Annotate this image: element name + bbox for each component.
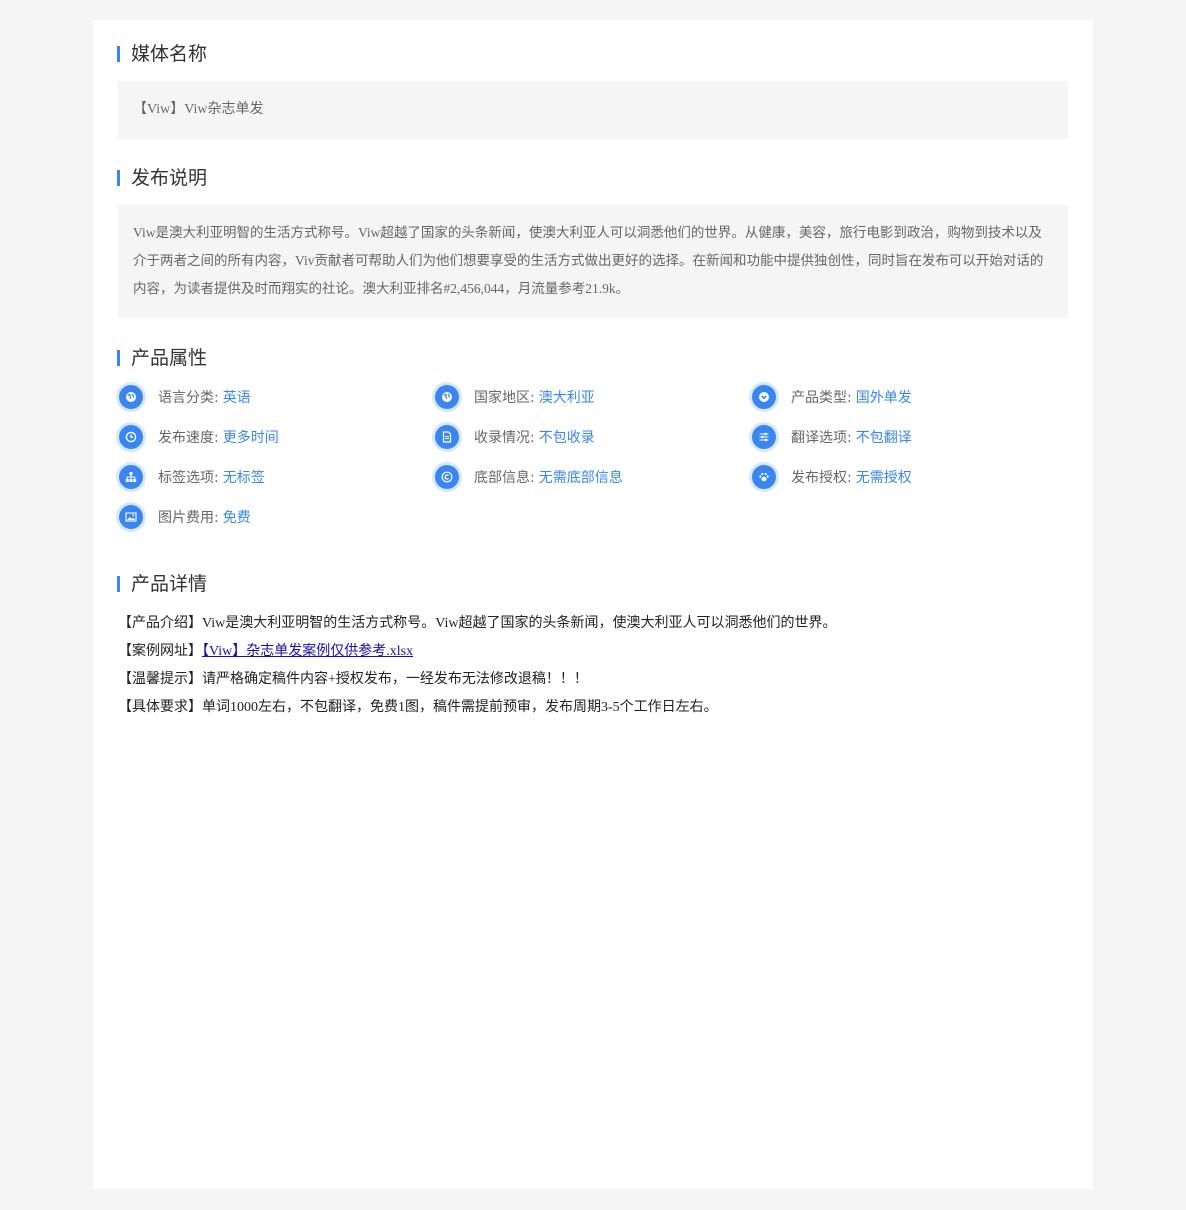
globe-icon <box>435 385 459 409</box>
attr-value: 英语 <box>222 390 251 406</box>
detail-req-text: 单词1000左右，不包翻译，免费1图，稿件需提前预审，发布周期3-5个工作日左右… <box>202 700 718 715</box>
section-title-media: 媒体名称 <box>117 40 207 68</box>
attr-label: 产品类型: <box>791 390 852 406</box>
attr-image-fee: 图片费用: 免费 <box>119 504 251 530</box>
attr-language: 语言分类: 英语 <box>119 384 251 410</box>
attr-publish-speed: 发布速度: 更多时间 <box>119 424 279 450</box>
attr-value: 免费 <box>222 510 251 526</box>
attr-indexing: 收录情况: 不包收录 <box>435 424 595 450</box>
attr-value: 不包翻译 <box>855 430 912 446</box>
attr-label: 标签选项: <box>158 470 219 486</box>
attr-label: 发布速度: <box>158 430 219 446</box>
attr-tags: 标签选项: 无标签 <box>119 464 265 490</box>
attr-value: 无标签 <box>222 470 265 486</box>
attr-value: 澳大利亚 <box>538 390 595 406</box>
detail-req-label: 【具体要求】 <box>118 700 202 715</box>
attr-label: 国家地区: <box>474 390 535 406</box>
detail-tip: 【温馨提示】请严格确定稿件内容+授权发布，一经发布无法修改退稿！！！ <box>118 666 1068 694</box>
detail-case: 【案例网址】【Viw】杂志单发案例仅供参考.xlsx <box>118 638 1068 666</box>
chevron-down-circle-icon <box>752 385 776 409</box>
media-name-box: 【Viw】Viw杂志单发 <box>118 81 1068 139</box>
attr-label: 收录情况: <box>474 430 535 446</box>
attr-label: 底部信息: <box>474 470 535 486</box>
sitemap-icon <box>119 465 143 489</box>
detail-tip-label: 【温馨提示】 <box>118 672 202 687</box>
detail-requirements: 【具体要求】单词1000左右，不包翻译，免费1图，稿件需提前预审，发布周期3-5… <box>118 694 1068 722</box>
detail-intro-label: 【产品介绍】 <box>118 616 202 631</box>
attr-value: 无需底部信息 <box>538 470 623 486</box>
attr-value: 国外单发 <box>855 390 912 406</box>
section-title-details: 产品详情 <box>117 570 207 598</box>
image-icon <box>119 505 143 529</box>
attr-value: 不包收录 <box>538 430 595 446</box>
detail-case-label: 【案例网址】 <box>118 644 202 659</box>
detail-intro-text: Viw是澳大利亚明智的生活方式称号。Viw超越了国家的头条新闻，使澳大利亚人可以… <box>202 616 837 631</box>
attr-footer-info: 底部信息: 无需底部信息 <box>435 464 623 490</box>
clock-icon <box>119 425 143 449</box>
attr-value: 无需授权 <box>855 470 912 486</box>
attr-publish-authorization: 发布授权: 无需授权 <box>752 464 912 490</box>
attr-value: 更多时间 <box>222 430 279 446</box>
globe-icon <box>119 385 143 409</box>
attr-product-type: 产品类型: 国外单发 <box>752 384 912 410</box>
paw-icon <box>752 465 776 489</box>
detail-intro: 【产品介绍】Viw是澳大利亚明智的生活方式称号。Viw超越了国家的头条新闻，使澳… <box>118 610 1068 638</box>
publish-description-box: Viw是澳大利亚明智的生活方式称号。Viw超越了国家的头条新闻，使澳大利亚人可以… <box>118 205 1068 318</box>
attr-label: 图片费用: <box>158 510 219 526</box>
product-card: 媒体名称 【Viw】Viw杂志单发 发布说明 Viw是澳大利亚明智的生活方式称号… <box>93 20 1093 1189</box>
section-title-attributes: 产品属性 <box>117 344 207 372</box>
product-details: 【产品介绍】Viw是澳大利亚明智的生活方式称号。Viw超越了国家的头条新闻，使澳… <box>118 610 1068 722</box>
detail-tip-text: 请严格确定稿件内容+授权发布，一经发布无法修改退稿！！！ <box>202 672 588 687</box>
attr-region: 国家地区: 澳大利亚 <box>435 384 595 410</box>
document-icon <box>435 425 459 449</box>
attr-label: 语言分类: <box>158 390 219 406</box>
attr-label: 翻译选项: <box>791 430 852 446</box>
section-title-publish: 发布说明 <box>117 164 207 192</box>
sliders-icon <box>752 425 776 449</box>
attr-translation: 翻译选项: 不包翻译 <box>752 424 912 450</box>
copyright-icon <box>435 465 459 489</box>
attr-label: 发布授权: <box>791 470 852 486</box>
case-file-link[interactable]: 【Viw】杂志单发案例仅供参考.xlsx <box>202 644 413 659</box>
